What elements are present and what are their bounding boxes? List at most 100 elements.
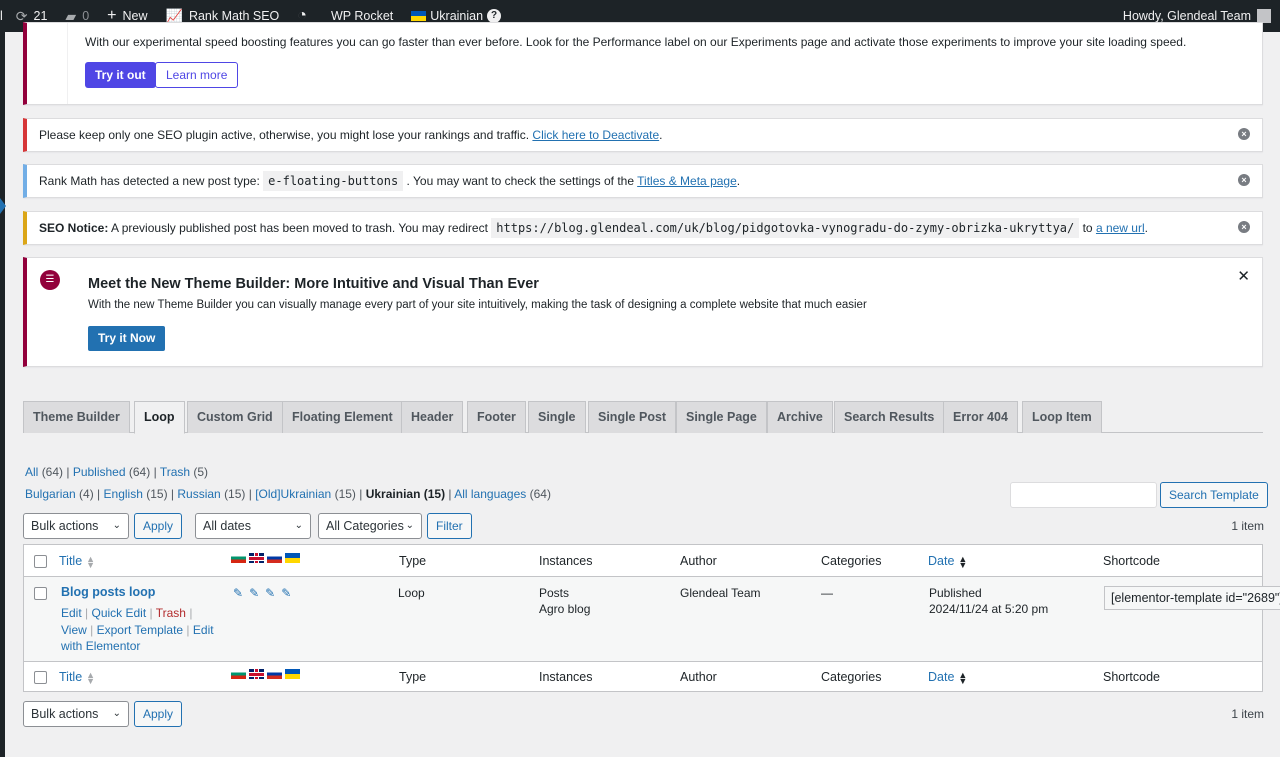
tab-archive[interactable]: Archive bbox=[767, 401, 833, 433]
shortcode-field[interactable]: [elementor-template id="2689"] bbox=[1104, 586, 1280, 610]
select-all-checkbox[interactable] bbox=[34, 555, 47, 568]
theme-builder-title: Meet the New Theme Builder: More Intuiti… bbox=[88, 276, 539, 292]
tab-search-results[interactable]: Search Results bbox=[834, 401, 945, 433]
pencil-icon[interactable]: ✎ bbox=[249, 586, 259, 600]
column-title-sort-bottom[interactable]: Title ▲ ▼ bbox=[59, 670, 95, 685]
template-type-tabs: Theme Builder Loop Custom Grid Floating … bbox=[23, 401, 1263, 434]
type-link[interactable]: Loop bbox=[398, 586, 425, 600]
new-url-link[interactable]: a new url bbox=[1096, 221, 1145, 235]
table-footer-row: Title ▲ ▼ Type Instances Author Categories… bbox=[24, 661, 1262, 692]
column-author: Author bbox=[680, 554, 717, 568]
filter-button[interactable]: Filter bbox=[427, 513, 472, 539]
apply-button-bottom[interactable]: Apply bbox=[134, 701, 183, 727]
lang-ukrainian-current[interactable]: Ukrainian bbox=[366, 487, 421, 501]
lang-english-link[interactable]: English bbox=[104, 487, 143, 501]
lang-all-link[interactable]: All languages bbox=[454, 487, 526, 501]
column-shortcode: Shortcode bbox=[1103, 554, 1160, 568]
apply-button-top[interactable]: Apply bbox=[134, 513, 183, 539]
performance-notice-content: With our experimental speed boosting fea… bbox=[67, 23, 1262, 104]
translation-edit-icons: ✎ ✎ ✎ ✎ bbox=[233, 586, 291, 600]
bulk-actions-select-top[interactable]: Bulk actions ⌄ bbox=[23, 513, 129, 539]
column-categories-bottom: Categories bbox=[821, 670, 882, 684]
status-all-link[interactable]: All bbox=[25, 465, 38, 479]
status-filter-links: All (64) | Published (64) | Trash (5) bbox=[25, 465, 209, 479]
tab-header[interactable]: Header bbox=[401, 401, 464, 433]
updates-count: 21 bbox=[33, 9, 48, 23]
theme-builder-description: With the new Theme Builder you can visua… bbox=[88, 299, 867, 311]
categories-filter-select[interactable]: All Categories ⌄ bbox=[318, 513, 422, 539]
performance-notice-text: With our experimental speed boosting fea… bbox=[85, 35, 1187, 49]
row-actions: Edit | Quick Edit | Trash | View | Expor… bbox=[61, 606, 214, 653]
date-status: Published bbox=[929, 586, 982, 600]
status-trash-link[interactable]: Trash bbox=[160, 465, 190, 479]
dismiss-icon[interactable]: × bbox=[1238, 128, 1250, 140]
titles-meta-link[interactable]: Titles & Meta page bbox=[637, 174, 737, 188]
template-title-link[interactable]: Blog posts loop bbox=[61, 585, 155, 599]
bulk-actions-select-bottom[interactable]: Bulk actions ⌄ bbox=[23, 701, 129, 727]
bulgaria-flag-icon bbox=[231, 553, 246, 563]
tab-footer[interactable]: Footer bbox=[467, 401, 526, 433]
tab-single-page[interactable]: Single Page bbox=[676, 401, 767, 433]
search-template-button[interactable]: Search Template bbox=[1160, 482, 1268, 508]
search-input[interactable] bbox=[1010, 482, 1157, 508]
dismiss-icon[interactable]: × bbox=[1238, 174, 1250, 186]
tab-single-post[interactable]: Single Post bbox=[588, 401, 677, 433]
close-icon[interactable]: ✕ bbox=[1237, 267, 1250, 285]
question-icon: ? bbox=[487, 9, 502, 23]
pencil-icon[interactable]: ✎ bbox=[281, 586, 291, 600]
deactivate-link[interactable]: Click here to Deactivate bbox=[532, 128, 659, 142]
try-it-out-button[interactable]: Try it out bbox=[85, 62, 156, 88]
site-name-fragment[interactable]: l bbox=[0, 0, 7, 32]
trash-notice-text: SEO Notice: A previously published post … bbox=[27, 212, 1262, 244]
export-template-link[interactable]: Export Template bbox=[97, 623, 184, 637]
column-title-sort[interactable]: Title ▲ ▼ bbox=[59, 554, 95, 569]
menu-current-arrow bbox=[0, 198, 6, 214]
quick-edit-link[interactable]: Quick Edit bbox=[91, 606, 146, 620]
author-link[interactable]: Glendeal Team bbox=[680, 586, 761, 600]
item-count-bottom: 1 item bbox=[1231, 707, 1264, 721]
uk-flag-icon bbox=[249, 669, 264, 679]
rankmath-label: Rank Math SEO bbox=[188, 9, 280, 23]
column-date-sort[interactable]: Date ▲ ▼ bbox=[928, 553, 968, 570]
learn-more-button[interactable]: Learn more bbox=[155, 62, 239, 88]
language-flags-header bbox=[231, 553, 300, 563]
try-it-now-button[interactable]: Try it Now bbox=[88, 326, 166, 351]
column-instances-bottom: Instances bbox=[539, 670, 593, 684]
table-row: Blog posts loop Edit | Quick Edit | Tras… bbox=[24, 577, 1280, 661]
column-type: Type bbox=[399, 554, 427, 568]
lang-russian-link[interactable]: Russian bbox=[177, 487, 220, 501]
tab-floating-element[interactable]: Floating Element bbox=[282, 401, 403, 433]
tab-theme-builder[interactable]: Theme Builder bbox=[23, 401, 130, 433]
column-instances: Instances bbox=[539, 554, 593, 568]
avatar bbox=[1257, 9, 1271, 23]
pencil-icon[interactable]: ✎ bbox=[265, 586, 275, 600]
edit-link[interactable]: Edit bbox=[61, 606, 82, 620]
admin-sidebar-edge bbox=[0, 32, 5, 757]
row-checkbox[interactable] bbox=[34, 587, 47, 600]
seo-plugin-conflict-notice: Please keep only one SEO plugin active, … bbox=[23, 118, 1263, 152]
templates-table: Title ▲ ▼ Type Instances Author Categories… bbox=[23, 544, 1280, 692]
status-published-link[interactable]: Published bbox=[73, 465, 126, 479]
ukraine-flag-icon bbox=[411, 11, 427, 21]
lang-bulgarian-link[interactable]: Bulgarian bbox=[25, 487, 76, 501]
tab-loop-item[interactable]: Loop Item bbox=[1022, 401, 1102, 433]
bulgaria-flag-icon bbox=[231, 669, 246, 679]
view-link[interactable]: View bbox=[61, 623, 87, 637]
select-all-checkbox-bottom[interactable] bbox=[34, 671, 47, 684]
post-type-code: e-floating-buttons bbox=[263, 171, 404, 191]
dates-filter-select[interactable]: All dates ⌄ bbox=[195, 513, 311, 539]
lang-old-ukrainian-link[interactable]: [Old]Ukrainian bbox=[255, 487, 331, 501]
rankmath-post-type-notice: Rank Math has detected a new post type: … bbox=[23, 164, 1263, 198]
column-date-sort-bottom[interactable]: Date ▲ ▼ bbox=[928, 670, 967, 685]
uk-flag-icon bbox=[249, 553, 264, 563]
tab-loop[interactable]: Loop bbox=[134, 401, 185, 434]
theme-builder-notice: ☰ Meet the New Theme Builder: More Intui… bbox=[23, 257, 1263, 367]
elementor-logo-icon: ☰ bbox=[40, 270, 60, 290]
dismiss-icon[interactable]: × bbox=[1238, 221, 1250, 233]
pencil-icon[interactable]: ✎ bbox=[233, 586, 243, 600]
trash-link[interactable]: Trash bbox=[156, 606, 186, 620]
tab-custom-grid[interactable]: Custom Grid bbox=[187, 401, 283, 433]
tab-single[interactable]: Single bbox=[528, 401, 586, 433]
tab-error-404[interactable]: Error 404 bbox=[943, 401, 1018, 433]
sort-icon: ▲ ▼ bbox=[958, 553, 968, 570]
